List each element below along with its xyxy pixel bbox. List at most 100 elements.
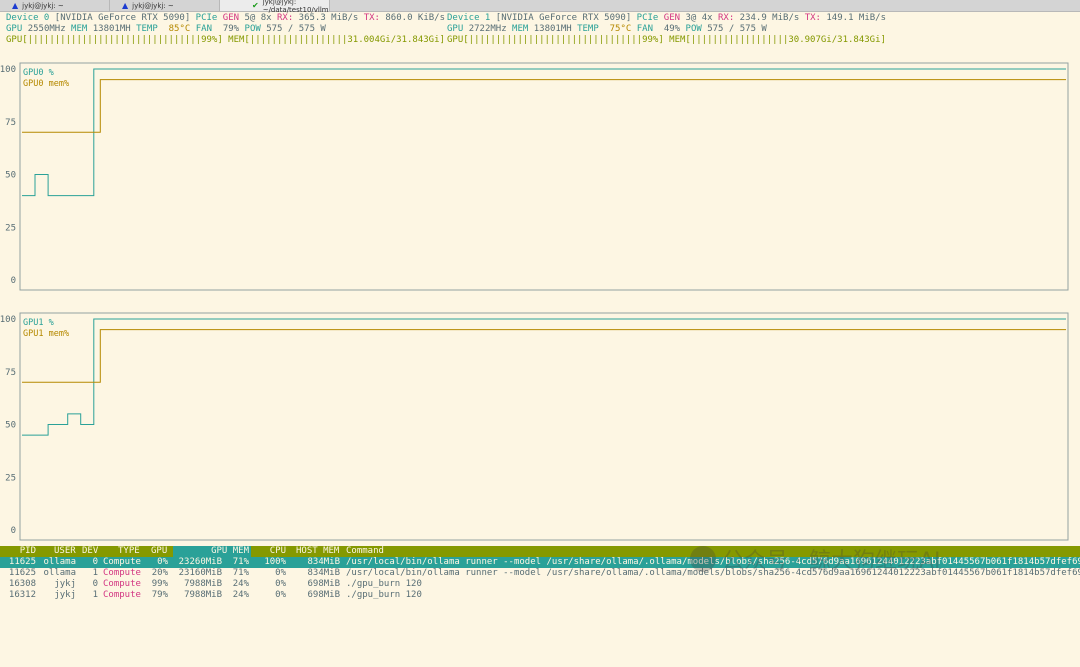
y-tick-label: 25 xyxy=(5,473,16,483)
process-host-mem: 698MiB xyxy=(307,590,340,600)
y-tick-label: 0 xyxy=(11,276,16,286)
process-type: Compute xyxy=(103,568,141,578)
pow-label: POW xyxy=(244,24,261,34)
process-type: Compute xyxy=(103,579,141,589)
gen-value: 5@ 8x xyxy=(244,13,272,23)
col-header-type[interactable]: TYPE xyxy=(118,546,140,557)
gen-label: GEN xyxy=(222,13,240,23)
pow-value: 575 / 575 W xyxy=(707,24,767,34)
process-cpu: 0% xyxy=(275,568,286,578)
process-host-mem: 834MiB xyxy=(307,568,340,578)
rx-label: RX: xyxy=(276,13,294,23)
y-tick-label: 0 xyxy=(11,526,16,536)
watermark-text: 公众号 · 鲸大狗继玩AI xyxy=(722,549,941,574)
process-dev: 0 xyxy=(92,557,98,567)
rx-value: 365.3 MiB/s xyxy=(298,13,359,23)
process-dev: 1 xyxy=(92,568,98,578)
fan-label: FAN xyxy=(636,24,653,34)
terminal-tab-1[interactable]: ▲ jykj@jykj: ~ xyxy=(0,0,110,11)
chart-frame xyxy=(19,312,1069,541)
process-dev: 1 xyxy=(92,590,98,600)
col-header-gpu-mem[interactable]: GPU MEM xyxy=(173,546,251,557)
process-command: ./gpu_burn 120 xyxy=(346,579,422,589)
process-user: jykj xyxy=(54,579,76,589)
process-user: ollama xyxy=(43,568,76,578)
process-command: ./gpu_burn 120 xyxy=(346,590,422,600)
device-name: [NVIDIA GeForce RTX 5090] xyxy=(495,13,632,23)
col-header-user[interactable]: USER xyxy=(54,546,76,557)
device-name: [NVIDIA GeForce RTX 5090] xyxy=(54,13,191,23)
tx-value: 860.0 KiB/s xyxy=(385,13,445,23)
watermark: 公众号 · 鲸大狗继玩AI xyxy=(690,543,1080,575)
series-line-1 xyxy=(22,79,1066,133)
terminal-tab-3[interactable]: ✔ jykj@jykj: ~/data/test10/vllm xyxy=(220,0,330,14)
series-line-0 xyxy=(22,318,1066,436)
gpu-clock-label: GPU xyxy=(6,24,23,34)
gpu0-history-chart: 100 75 50 25 0 GPU0 %GPU0 mem% xyxy=(0,62,1069,291)
tx-value: 149.1 MiB/s xyxy=(826,13,886,23)
fan-value: 79% xyxy=(222,24,240,34)
col-header-pid[interactable]: PID xyxy=(6,546,36,557)
process-gpu: 20% xyxy=(151,568,168,578)
process-user: jykj xyxy=(54,590,76,600)
process-user: ollama xyxy=(43,557,76,567)
pow-value: 575 / 575 W xyxy=(266,24,326,34)
rx-value: 234.9 MiB/s xyxy=(739,13,800,23)
device-0-line-1: Device 0 [NVIDIA GeForce RTX 5090] PCIe … xyxy=(6,13,445,24)
process-pid: 11625 xyxy=(8,557,36,567)
device-1-line-2: GPU 2722MHz MEM 13801MH TEMP 75°C FAN 49… xyxy=(447,24,767,35)
process-gpu-mem-pct: 71% xyxy=(232,568,249,578)
gpu-util-bar: GPU[||||||||||||||||||||||||||||||||99%] xyxy=(447,35,664,45)
process-gpu-mem: 7988MiB xyxy=(184,590,222,600)
warning-icon: ▲ xyxy=(122,1,129,10)
legend-entry: GPU0 mem% xyxy=(23,79,69,89)
legend-entry: GPU1 mem% xyxy=(23,329,69,339)
gpu-clock: 2550MHz xyxy=(27,24,66,34)
terminal-tab-2[interactable]: ▲ jykj@jykj: ~ xyxy=(110,0,220,11)
gpu-util-bar: GPU[||||||||||||||||||||||||||||||||99%] xyxy=(6,35,223,45)
mem-usage-bar: MEM[||||||||||||||||||31.004Gi/31.843Gi] xyxy=(228,35,445,45)
process-gpu-mem-pct: 24% xyxy=(232,579,249,589)
tx-label: TX: xyxy=(363,13,380,23)
process-cpu: 0% xyxy=(275,590,286,600)
chart-frame xyxy=(19,62,1069,291)
pcie-label: PCIe xyxy=(195,13,218,23)
col-header-host-mem[interactable]: HOST MEM xyxy=(296,546,339,557)
device-1-line-1: Device 1 [NVIDIA GeForce RTX 5090] PCIe … xyxy=(447,13,886,24)
y-tick-label: 100 xyxy=(0,315,16,325)
col-header-cpu[interactable]: CPU xyxy=(265,546,286,557)
device-0-line-3: GPU[||||||||||||||||||||||||||||||||99%]… xyxy=(6,35,445,46)
process-gpu-mem: 7988MiB xyxy=(184,579,222,589)
process-pid: 16312 xyxy=(8,590,36,600)
process-row[interactable]: 16312 jykj 1 Compute 79% 7988MiB 24% 0% 698MiB ./… xyxy=(0,590,1080,601)
process-row[interactable]: 16308 jykj 0 Compute 99% 7988MiB 24% 0% 698MiB ./… xyxy=(0,579,1080,590)
y-tick-label: 75 xyxy=(5,368,16,378)
col-header-dev[interactable]: DEV xyxy=(82,546,98,557)
process-cpu: 100% xyxy=(264,557,286,567)
process-cpu: 0% xyxy=(275,579,286,589)
pcie-label: PCIe xyxy=(636,13,659,23)
y-tick-label: 25 xyxy=(5,223,16,233)
process-dev: 0 xyxy=(92,579,98,589)
mem-clock-label: MEM xyxy=(71,24,88,34)
pow-label: POW xyxy=(685,24,702,34)
y-tick-label: 100 xyxy=(0,65,16,75)
y-tick-label: 50 xyxy=(5,171,16,181)
process-gpu: 99% xyxy=(151,579,168,589)
col-header-gpu[interactable]: GPU xyxy=(151,546,167,557)
fan-value: 49% xyxy=(663,24,681,34)
process-gpu-mem: 23260MiB xyxy=(178,557,222,567)
col-header-command[interactable]: Command xyxy=(346,546,384,557)
device-label: Device 1 xyxy=(447,13,491,23)
device-1-line-3: GPU[||||||||||||||||||||||||||||||||99%]… xyxy=(447,35,886,46)
y-tick-label: 50 xyxy=(5,421,16,431)
process-gpu: 0% xyxy=(157,557,168,567)
process-pid: 11625 xyxy=(8,568,36,578)
gen-value: 3@ 4x xyxy=(685,13,713,23)
device-0-line-2: GPU 2550MHz MEM 13801MH TEMP 85°C FAN 79… xyxy=(6,24,326,35)
rx-label: RX: xyxy=(717,13,735,23)
gpu-clock: 2722MHz xyxy=(468,24,507,34)
process-gpu-mem-pct: 71% xyxy=(232,557,249,567)
process-type: Compute xyxy=(103,590,141,600)
tab-label: jykj@jykj: ~ xyxy=(22,1,64,10)
